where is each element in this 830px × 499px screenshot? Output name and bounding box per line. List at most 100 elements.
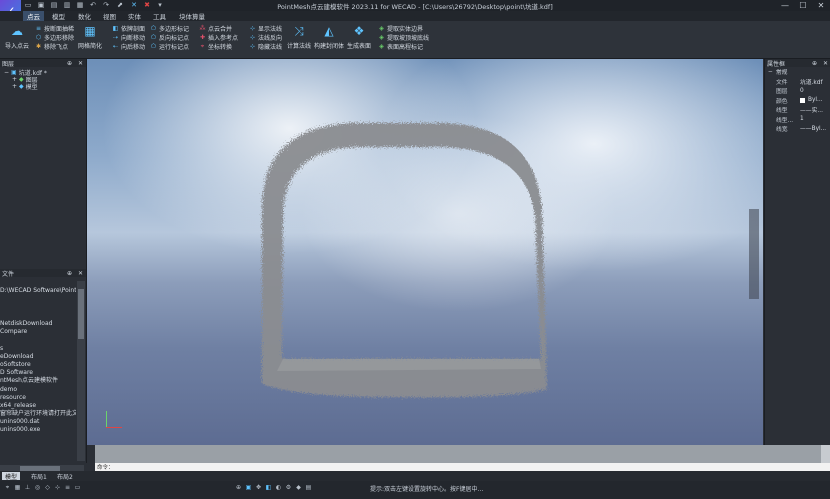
select-icon[interactable]: ▣ [245,484,252,491]
reverse-normal-button[interactable]: ⊹ 法线反向 [249,33,282,42]
property-row-linetype[interactable]: 线型 ——实... [765,105,830,115]
move-forward-button[interactable]: ⇢ 向断移动 [112,33,145,42]
extract-slope-lines-button[interactable]: ◈ 提取坡顶坡底线 [378,33,429,42]
move-back-button[interactable]: ⇠ 向后移动 [112,42,145,51]
otrack-icon[interactable]: ⊹ [54,484,61,491]
coord-transform-button[interactable]: ⌖ 坐标转换 [199,42,238,52]
section-button[interactable]: ◧ 依牌剖面 [112,24,145,33]
zoom-icon[interactable]: ⊕ [235,484,242,491]
expand-icon[interactable]: + [12,83,17,90]
list-item[interactable]: ntMesh点云建模软件 [0,377,76,385]
layer-tool-icon[interactable]: ◆ [295,484,302,491]
model-space-icon[interactable]: ▭ [74,484,81,491]
scroll-thumb[interactable] [78,289,84,339]
list-item[interactable]: unins000.dat [0,418,76,426]
tab-model[interactable]: 模型 [48,11,69,21]
3d-viewport[interactable] [87,59,763,445]
remove-outliers-button[interactable]: ✱ 移除飞点 [35,42,74,51]
panel-close-icon[interactable]: ✕ [78,270,83,277]
property-row-color[interactable]: 颜色 Byl... [765,96,830,106]
command-input[interactable]: 命令： [95,463,830,471]
collapse-icon[interactable]: − [4,69,9,76]
tab-view[interactable]: 视图 [99,11,120,21]
minimize-button[interactable]: — [776,0,794,11]
files-panel-title: 文件 [2,270,15,278]
gen-surface-button[interactable]: ❖ 生成表面 [347,23,371,50]
osnap-icon[interactable]: ◇ [44,484,51,491]
reverse-mark-button[interactable]: ⬠ 反向标记点 [150,33,189,42]
gen-surface-icon: ❖ [353,24,365,38]
tab-digitize[interactable]: 数化 [74,11,95,21]
tab-model-layout[interactable]: 模型 [2,472,21,481]
pin-icon[interactable]: ⊕ [812,60,817,67]
polar-icon[interactable]: ◎ [34,484,41,491]
calc-normal-button[interactable]: ⤨ 计算法线 [287,23,311,51]
files-scrollbar[interactable] [77,281,85,461]
pin-icon[interactable]: ⊕ [67,60,72,67]
layout-scroll-left[interactable] [68,465,78,471]
list-item[interactable]: x64_release [0,402,76,410]
list-item[interactable]: s [0,345,76,353]
ortho-icon[interactable]: ⊥ [24,484,31,491]
cloud-merge-button[interactable]: ⁂ 点云合并 [199,24,238,33]
polygon-remove-button[interactable]: ⬡ 多边形移除 [35,33,74,42]
panel-close-icon[interactable]: ✕ [78,60,83,67]
move-forward-icon: ⇢ [112,34,119,41]
tree-root[interactable]: − ▣ 坑道.kdf * [4,69,86,77]
tab-layout1[interactable]: 布局1 [28,472,50,481]
build-surface-label: 构建封闭体 [314,43,345,50]
collapse-icon[interactable]: − [768,69,773,75]
status-hint: 提示:双击左键设置旋转中心。按F键居中… [370,486,484,493]
list-item[interactable]: NetdiskDownload [0,320,76,328]
list-item[interactable] [0,336,76,344]
tab-layout2[interactable]: 布局2 [54,472,76,481]
list-item[interactable]: eDownload [0,353,76,361]
lineweight-icon[interactable]: ≡ [64,484,71,491]
thin-by-section-button[interactable]: ≡ 按断面抽稀 [35,24,74,33]
expand-icon[interactable]: + [12,76,17,83]
tab-solid[interactable]: 实体 [124,11,145,21]
pan-icon[interactable]: ✥ [255,484,262,491]
property-row-file[interactable]: 文件 坑道.kdf [765,77,830,87]
command-scrollbar[interactable] [821,445,830,463]
tab-tools[interactable]: 工具 [149,11,170,21]
grid-icon[interactable]: ▦ [14,484,21,491]
pin-icon[interactable]: ⊕ [67,270,72,277]
list-item[interactable]: 窗帘缺户运行环境请打开此文 [0,410,76,418]
tree-item-model[interactable]: + ◆ 模型 [4,83,86,91]
camera-icon[interactable]: ▤ [305,484,312,491]
maximize-button[interactable]: ☐ [794,0,812,11]
settings-icon[interactable]: ⚙ [285,484,292,491]
view-icon[interactable]: ◧ [265,484,272,491]
build-surface-button[interactable]: ◭ 构建封闭体 [314,23,344,50]
list-item[interactable]: resource [0,394,76,402]
close-button[interactable]: ✕ [812,0,830,11]
render-icon[interactable]: ◐ [275,484,282,491]
list-item[interactable]: unins000.exe [0,426,76,434]
run-mark-button[interactable]: ⬠ 运行标记点 [150,42,189,51]
insert-ref-point-button[interactable]: ✚ 插入参考点 [199,33,238,42]
hide-normal-button[interactable]: ⊹ 隐藏法线 [249,42,282,51]
tree-item-layer[interactable]: + ◆ 图层 [4,76,86,84]
tab-pointcloud[interactable]: 点云 [23,11,44,21]
list-item[interactable]: Compare [0,328,76,336]
property-row-linescale[interactable]: 线型... 1 [765,115,830,125]
surface-elevation-button[interactable]: ◈ 表面高程标记 [378,42,429,51]
mesh-simplify-button[interactable]: ▦ 网格简化 [78,23,102,50]
extract-boundary-button[interactable]: ◈ 提取实体边界 [378,24,429,33]
view-navigation-bar[interactable] [749,209,759,299]
import-cloud-button[interactable]: ☁ 导入点云 [5,23,29,50]
import-cloud-icon: ☁ [11,24,23,38]
list-item[interactable]: demo [0,386,76,394]
property-row-layer[interactable]: 图层 0 [765,86,830,96]
show-normal-icon: ⊹ [249,25,256,32]
snap-icon[interactable]: ⌖ [4,484,11,491]
show-normal-button[interactable]: ⊹ 显示法线 [249,24,282,33]
tab-block-quantity[interactable]: 块体算量 [175,11,209,21]
property-section-general[interactable]: − 常规 [765,67,830,77]
property-row-lineweight[interactable]: 线宽 ——Byl... [765,124,830,134]
polygon-mark-button[interactable]: ⬠ 多边形标记 [150,24,189,33]
list-item[interactable]: oSoftstore [0,361,76,369]
command-history[interactable] [95,445,830,463]
panel-close-icon[interactable]: ✕ [823,60,828,67]
